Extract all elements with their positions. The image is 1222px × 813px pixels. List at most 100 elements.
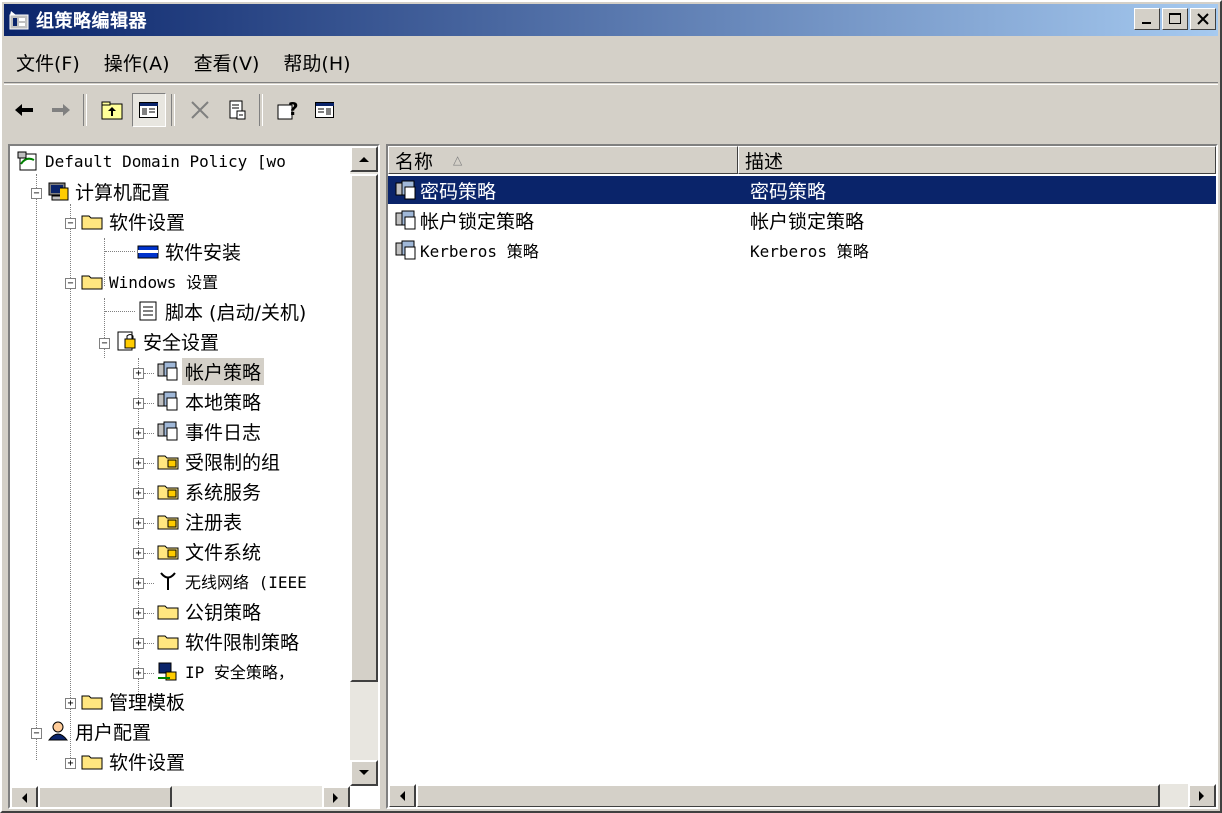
item-description: 帐户锁定策略	[750, 210, 865, 233]
locked-folder-icon	[156, 480, 180, 502]
tree-node-scripts[interactable]: 脚本 (启动/关机)	[136, 296, 309, 326]
collapse-toggle[interactable]: −	[31, 188, 42, 199]
expand-toggle[interactable]: +	[133, 428, 144, 439]
user-icon	[46, 720, 70, 742]
policy-group-icon	[394, 209, 418, 231]
expand-toggle[interactable]: +	[133, 668, 144, 679]
window-title: 组策略编辑器	[36, 11, 147, 32]
list-item[interactable]: 密码策略 密码策略	[388, 176, 1216, 204]
tree-node-local-policies[interactable]: 本地策略	[156, 386, 264, 416]
details-horizontal-scrollbar[interactable]	[388, 784, 1216, 807]
expand-toggle[interactable]: +	[65, 698, 76, 709]
minimize-button[interactable]	[1134, 8, 1160, 30]
expand-toggle[interactable]: +	[133, 548, 144, 559]
column-header-description[interactable]: 描述	[738, 146, 1216, 174]
antenna-icon	[156, 570, 180, 592]
list-item[interactable]: 帐户锁定策略 帐户锁定策略	[388, 206, 1216, 234]
item-description: 密码策略	[750, 180, 827, 203]
tree-vertical-scrollbar[interactable]	[350, 146, 378, 786]
scroll-thumb[interactable]	[416, 784, 1160, 807]
tree-node-wireless-network[interactable]: 无线网络 (IEEE	[156, 566, 310, 596]
collapse-toggle[interactable]: −	[65, 278, 76, 289]
close-button[interactable]	[1190, 8, 1216, 30]
tree-line	[144, 403, 154, 404]
expand-toggle[interactable]: +	[65, 758, 76, 769]
expand-toggle[interactable]: +	[133, 398, 144, 409]
item-description: Kerberos 策略	[750, 242, 869, 261]
locked-folder-icon	[156, 450, 180, 472]
ip-security-icon	[156, 660, 180, 682]
scroll-left-button[interactable]	[10, 786, 38, 807]
tree-line	[144, 613, 154, 614]
column-header-name[interactable]: 名称 △	[388, 146, 738, 174]
tree-node-windows-settings[interactable]: Windows 设置	[80, 266, 221, 296]
expand-toggle[interactable]: +	[133, 458, 144, 469]
title-bar[interactable]: 组策略编辑器	[4, 4, 1218, 36]
collapse-toggle[interactable]: −	[31, 728, 42, 739]
collapse-toggle[interactable]: −	[99, 338, 110, 349]
scroll-thumb[interactable]	[38, 786, 172, 807]
policy-icon	[16, 150, 40, 172]
tree-node-admin-templates[interactable]: 管理模板	[80, 686, 188, 716]
tree-node-software-settings[interactable]: 软件设置	[80, 206, 188, 236]
menu-help[interactable]: 帮助(H)	[271, 49, 362, 76]
tree-node-security-settings[interactable]: 安全设置	[114, 326, 222, 356]
computer-icon	[46, 180, 70, 202]
tree-line	[105, 311, 135, 312]
scroll-right-button[interactable]	[322, 786, 350, 807]
policy-group-icon	[156, 360, 180, 382]
tree-horizontal-scrollbar[interactable]	[10, 786, 350, 807]
policy-group-icon	[156, 420, 180, 442]
sort-ascending-icon: △	[453, 153, 463, 167]
install-icon	[136, 240, 160, 262]
tree-node-software-restriction[interactable]: 软件限制策略	[156, 626, 302, 656]
expand-toggle[interactable]: +	[133, 608, 144, 619]
tree-pane[interactable]: Default Domain Policy [wo − 计算机配置 − 软件设置…	[8, 144, 380, 809]
tree-node-restricted-groups[interactable]: 受限制的组	[156, 446, 283, 476]
expand-toggle[interactable]: +	[133, 368, 144, 379]
expand-toggle[interactable]: +	[133, 578, 144, 589]
tree-node-default-domain-policy[interactable]: Default Domain Policy [wo	[16, 146, 289, 176]
menu-view[interactable]: 查看(V)	[182, 49, 272, 76]
tree-node-file-system[interactable]: 文件系统	[156, 536, 264, 566]
tree-line	[144, 523, 154, 524]
tree-node-event-log[interactable]: 事件日志	[156, 416, 264, 446]
scroll-right-button[interactable]	[1188, 784, 1216, 807]
tree-line	[36, 174, 37, 760]
tree-line	[105, 251, 135, 252]
expand-toggle[interactable]: +	[133, 638, 144, 649]
list-item[interactable]: Kerberos 策略 Kerberos 策略	[388, 236, 1216, 264]
show-hide-action-pane-icon[interactable]	[308, 93, 342, 127]
tree-node-system-services[interactable]: 系统服务	[156, 476, 264, 506]
delete-icon[interactable]	[183, 93, 217, 127]
locked-folder-icon	[156, 510, 180, 532]
maximize-button[interactable]	[1162, 8, 1188, 30]
help-icon[interactable]: ?	[271, 93, 305, 127]
back-icon[interactable]	[7, 93, 41, 127]
group-policy-app-icon	[8, 9, 30, 31]
toolbar-separator	[171, 94, 175, 126]
collapse-toggle[interactable]: −	[65, 218, 76, 229]
menu-file[interactable]: 文件(F)	[4, 49, 92, 76]
menu-action[interactable]: 操作(A)	[92, 49, 182, 76]
scroll-left-button[interactable]	[388, 784, 416, 807]
tree-node-public-key-policies[interactable]: 公钥策略	[156, 596, 264, 626]
tree-node-computer-config[interactable]: 计算机配置	[46, 176, 173, 206]
properties-icon[interactable]	[220, 93, 254, 127]
tree-line	[144, 433, 154, 434]
tree-node-software-install[interactable]: 软件安装	[136, 236, 244, 266]
show-hide-tree-icon[interactable]	[132, 93, 166, 127]
details-pane[interactable]: 名称 △ 描述 密码策略 密码策略 帐户锁定策略 帐户锁定策略 Kerberos…	[386, 144, 1218, 809]
up-folder-icon[interactable]	[95, 93, 129, 127]
scroll-down-button[interactable]	[350, 760, 378, 786]
scroll-up-button[interactable]	[350, 146, 378, 172]
tree-node-user-config[interactable]: 用户配置	[46, 716, 154, 746]
expand-toggle[interactable]: +	[133, 488, 144, 499]
tree-node-account-policies[interactable]: 帐户策略	[156, 356, 265, 386]
tree-node-user-software-settings[interactable]: 软件设置	[80, 746, 188, 776]
expand-toggle[interactable]: +	[133, 518, 144, 529]
tree-node-registry[interactable]: 注册表	[156, 506, 245, 536]
tree-node-ip-security[interactable]: IP 安全策略，	[156, 656, 297, 686]
forward-icon[interactable]	[44, 93, 78, 127]
scroll-thumb[interactable]	[350, 174, 378, 682]
